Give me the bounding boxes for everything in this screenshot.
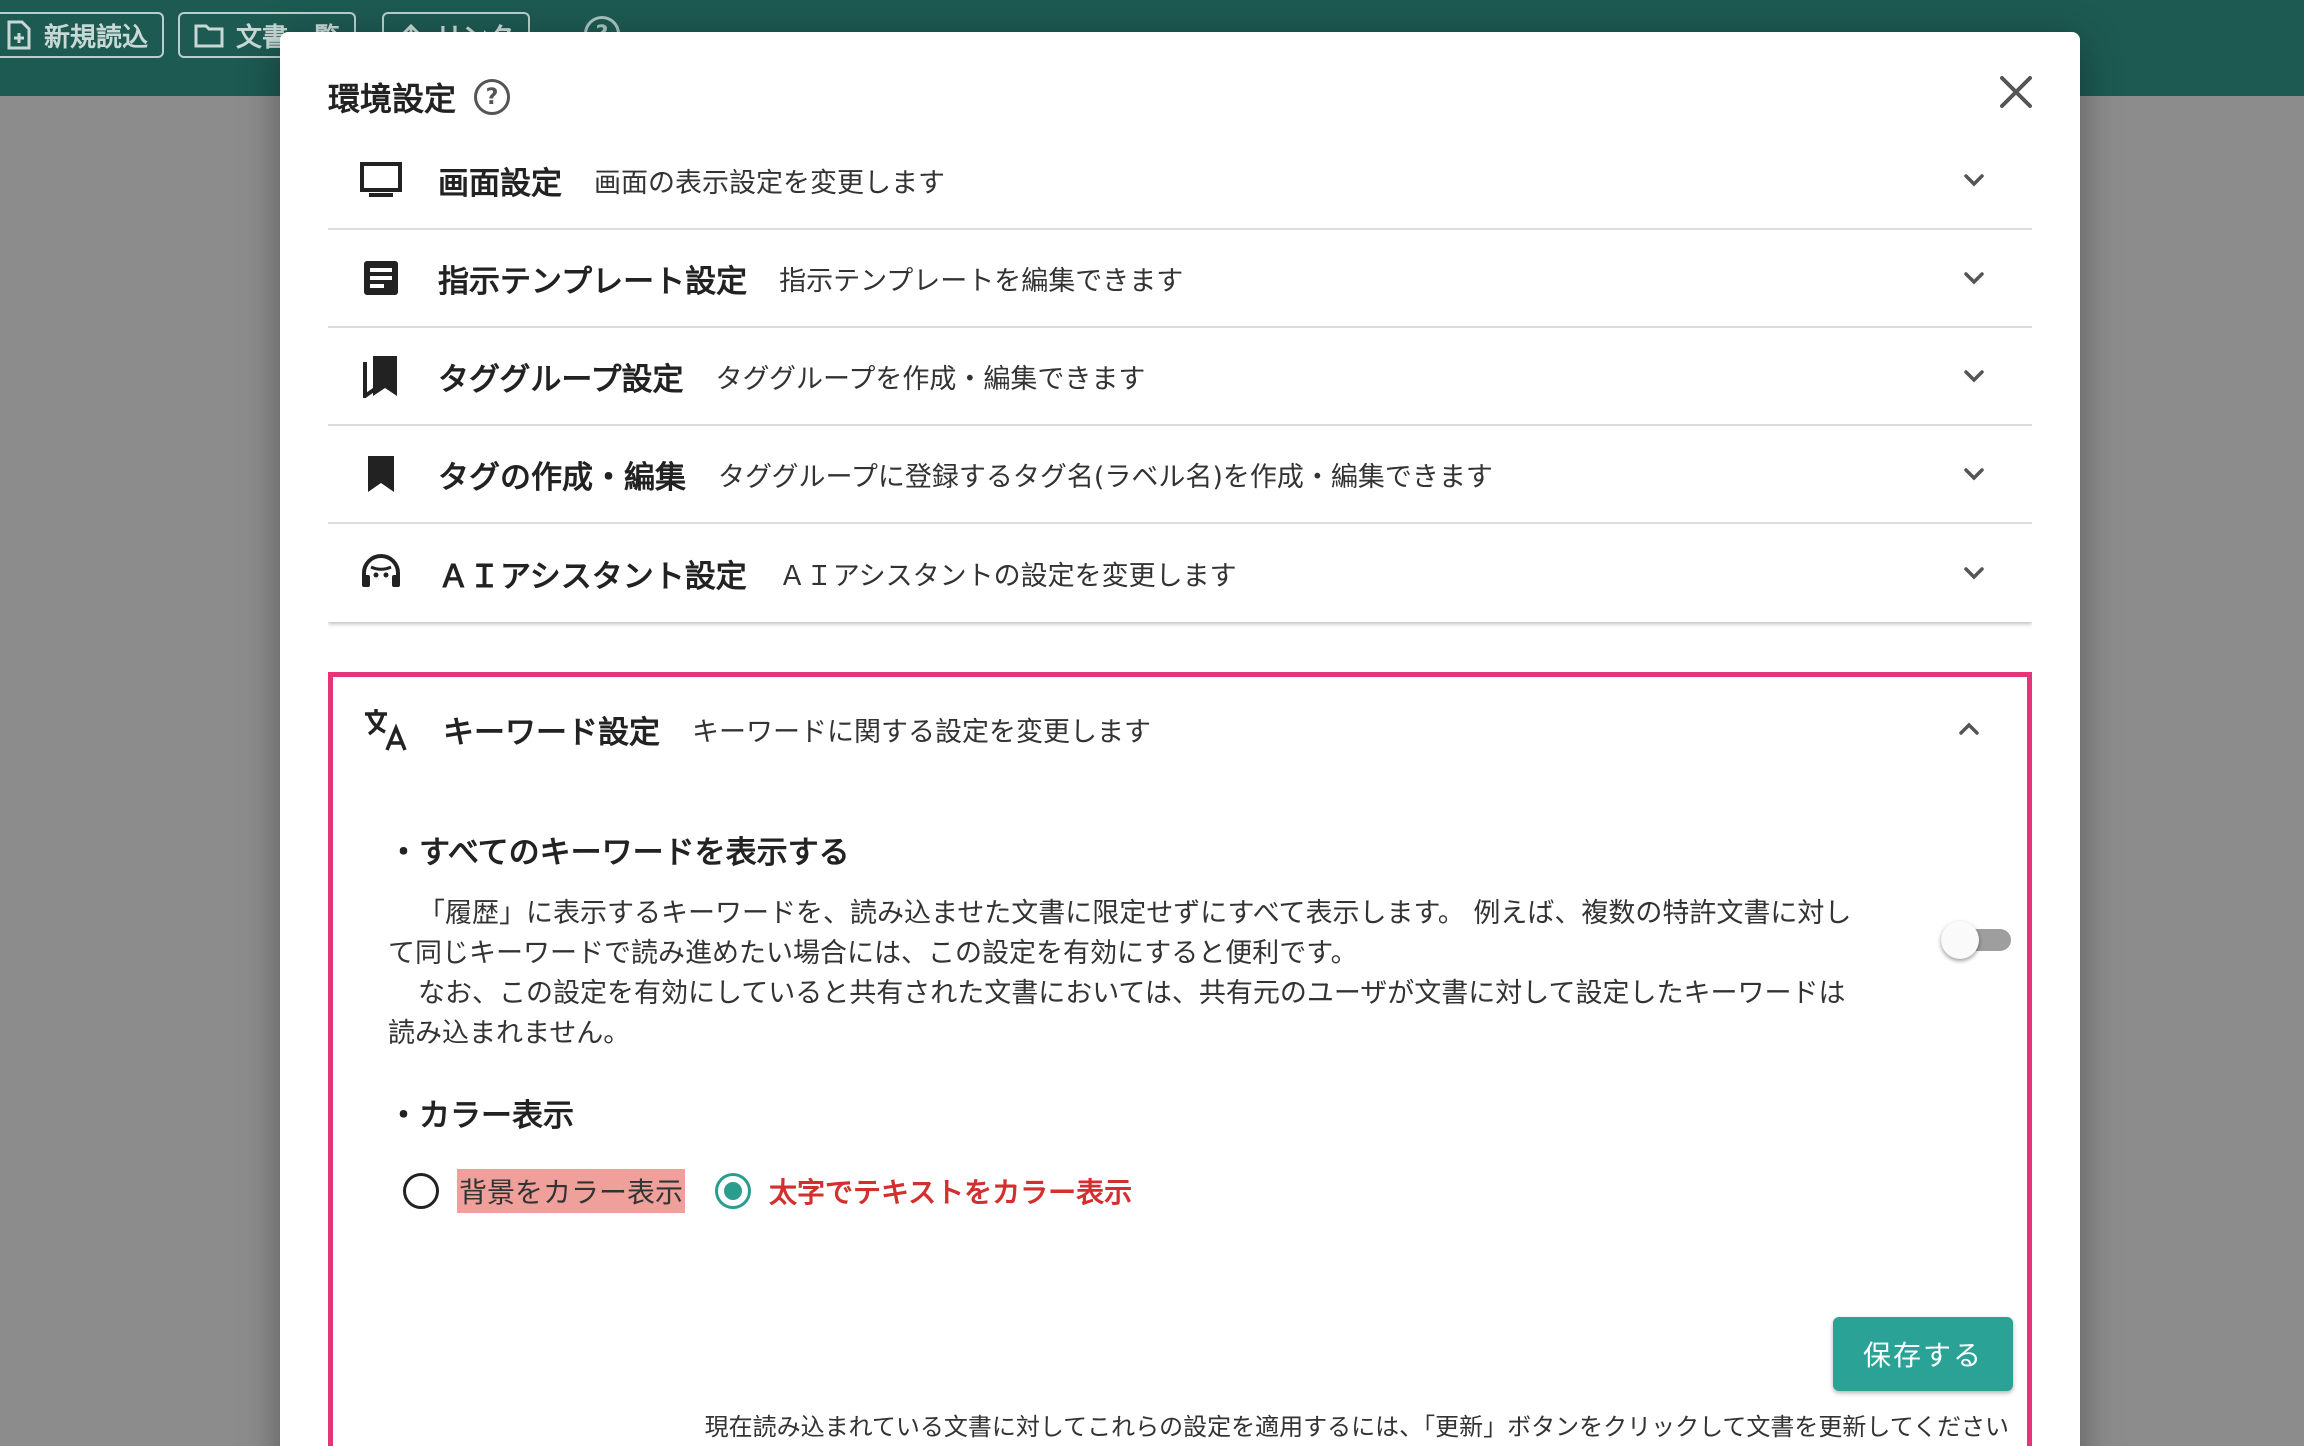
radio-background-color[interactable] <box>403 1173 439 1209</box>
section-desc: ＡＩアシスタントの設定を変更します <box>778 560 1237 592</box>
show-all-title: ・すべてのキーワードを表示する <box>388 835 850 871</box>
section-title: ＡＩアシスタント設定 <box>438 558 747 595</box>
chevron-down-icon[interactable] <box>1960 362 1988 390</box>
show-all-keywords-toggle[interactable] <box>1941 917 2011 959</box>
chevron-up-icon[interactable] <box>1955 715 1983 743</box>
section-desc: 指示テンプレートを編集できます <box>779 265 1184 297</box>
document-icon <box>364 261 398 295</box>
headset-icon <box>362 554 400 587</box>
chevron-down-icon[interactable] <box>1960 264 1988 292</box>
update-note: 現在読み込まれている文書に対してこれらの設定を適用するには、「更新」ボタンをクリ… <box>704 1413 2009 1441</box>
radio-bold-text-color[interactable] <box>715 1173 752 1209</box>
chevron-down-icon[interactable] <box>1960 559 1988 587</box>
new-import-button[interactable]: 新規読込 <box>0 12 165 58</box>
settings-accordion: 画面設定 画面の表示設定を変更します 指示テンプレート設定 指示テンプレートを編… <box>328 162 2032 622</box>
color-display-options: 背景をカラー表示 太字でテキストをカラー表示 <box>403 1169 1988 1213</box>
keyword-settings-body: ・すべてのキーワードを表示する 「履歴」に表示するキーワードを、読み込ませた文書… <box>388 827 1988 1213</box>
close-icon <box>2000 76 2032 108</box>
folder-icon <box>194 24 224 48</box>
chevron-down-icon[interactable] <box>1960 460 1988 488</box>
section-title: タグの作成・編集 <box>438 459 686 496</box>
monitor-icon <box>360 162 402 197</box>
color-display-title: ・カラー表示 <box>388 1098 574 1134</box>
section-desc: キーワードに関する設定を変更します <box>692 716 1151 748</box>
keyword-settings-panel: キーワード設定 キーワードに関する設定を変更します ・すべてのキーワードを表示す… <box>328 672 2032 1446</box>
section-title: タググループ設定 <box>438 361 684 398</box>
chevron-down-icon[interactable] <box>1960 166 1988 194</box>
save-button[interactable]: 保存する <box>1833 1317 2013 1391</box>
section-title: 画面設定 <box>438 165 562 202</box>
radio-label-bold-text[interactable]: 太字でテキストをカラー表示 <box>769 1171 1132 1211</box>
section-display[interactable]: 画面設定 画面の表示設定を変更します <box>328 162 2032 230</box>
section-desc: 画面の表示設定を変更します <box>594 167 945 199</box>
section-ai-assistant[interactable]: ＡＩアシスタント設定 ＡＩアシスタントの設定を変更します <box>328 524 2032 622</box>
file-plus-icon <box>7 20 31 50</box>
bookmark-icon <box>368 456 394 492</box>
section-instruction-template[interactable]: 指示テンプレート設定 指示テンプレートを編集できます <box>328 230 2032 328</box>
section-tag-group[interactable]: タググループ設定 タググループを作成・編集できます <box>328 328 2032 426</box>
settings-scroll-area[interactable]: 画面設定 画面の表示設定を変更します 指示テンプレート設定 指示テンプレートを編… <box>328 162 2032 1446</box>
section-title: 指示テンプレート設定 <box>438 263 748 300</box>
help-icon[interactable]: ? <box>474 79 511 115</box>
section-tag-edit[interactable]: タグの作成・編集 タググループに登録するタグ名(ラベル名)を作成・編集できます <box>328 426 2032 524</box>
radio-label-background[interactable]: 背景をカラー表示 <box>457 1169 686 1213</box>
section-desc: タググループに登録するタグ名(ラベル名)を作成・編集できます <box>718 461 1493 493</box>
section-keyword[interactable]: キーワード設定 キーワードに関する設定を変更します <box>333 677 2027 781</box>
close-button[interactable] <box>1992 68 2040 116</box>
bookmarks-icon <box>363 356 397 398</box>
section-title: キーワード設定 <box>443 714 660 751</box>
show-all-description: 「履歴」に表示するキーワードを、読み込ませた文書に限定せずにすべて表示します。 … <box>388 898 1852 1049</box>
modal-title: 環境設定 ? <box>328 74 511 120</box>
section-desc: タググループを作成・編集できます <box>715 363 1146 395</box>
settings-modal: 環境設定 ? 画面設定 画面の表示設定を変更します 指示テンプレート設定 指示テ… <box>280 32 2080 1446</box>
translate-icon <box>365 709 407 751</box>
